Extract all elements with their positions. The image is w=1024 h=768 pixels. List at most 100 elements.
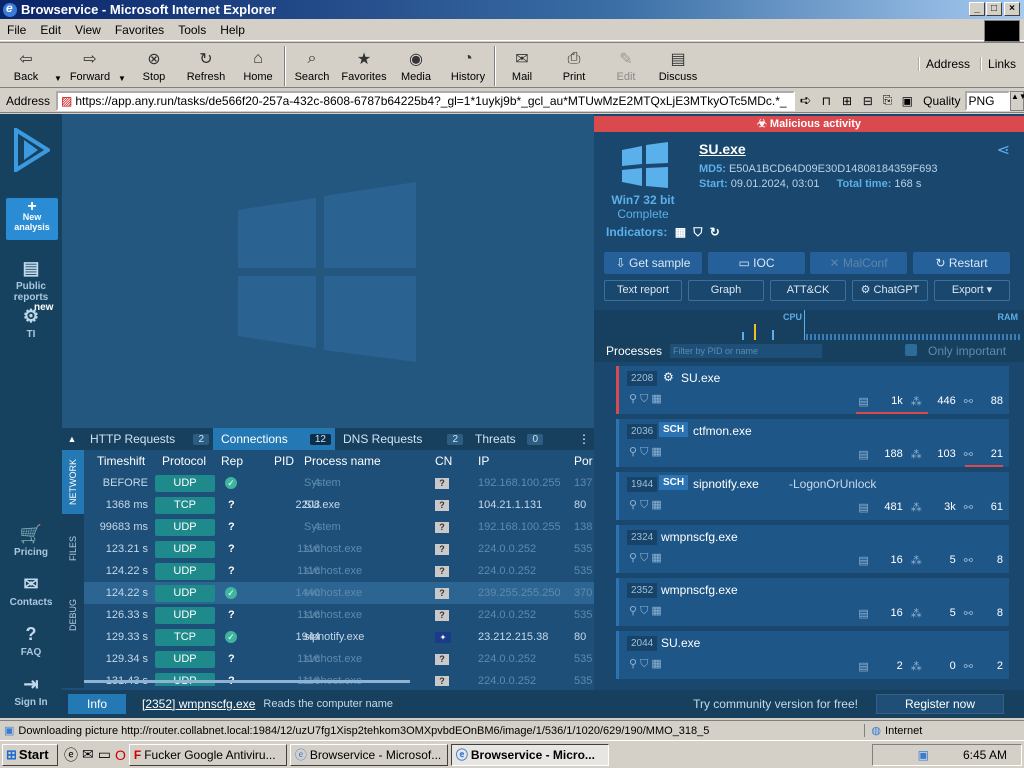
anyrun-logo-icon[interactable]: [12, 128, 50, 172]
col-rep[interactable]: Rep: [221, 454, 243, 468]
only-important-checkbox[interactable]: [905, 344, 917, 356]
restart-button[interactable]: ↻ Restart: [913, 252, 1010, 274]
col-process-name[interactable]: Process name: [304, 454, 381, 468]
pricing-link[interactable]: 🛒 Pricing: [0, 524, 62, 558]
tab-threats[interactable]: Threats 0: [467, 428, 547, 450]
indicator-flag-icon[interactable]: ▦: [675, 225, 686, 239]
clipboard-icon[interactable]: ⎘: [878, 93, 898, 108]
file-name[interactable]: SU.exe: [699, 141, 746, 157]
process-item[interactable]: 2036 SCH ctfmon.exe ⚲ ⛉ ▦ ▤ 188 ⁂ 103 ⚯ 21: [616, 419, 1009, 467]
table-row[interactable]: 124.22 s UDP? 1116 svchost.exe? 224.0.0.252 5…: [84, 560, 594, 582]
minimize-button[interactable]: _: [969, 2, 985, 16]
forward-button[interactable]: ⇨ Forward: [64, 43, 116, 87]
table-row[interactable]: 124.22 s UDP ✓ 1440 svchost.exe? 239.255.255.…: [84, 582, 594, 604]
home-button[interactable]: ⌂ Home: [232, 43, 284, 87]
horizontal-scrollbar[interactable]: [84, 680, 410, 683]
vtab-files[interactable]: FILES: [62, 520, 84, 576]
vtab-network[interactable]: NETWORK: [62, 450, 84, 514]
address-toggle[interactable]: Address: [918, 57, 970, 71]
process-item[interactable]: 2208 ⚙ SU.exe ⚲ ⛉ ▦ ▤ 1k ⁂ 446 ⚯ 88: [616, 366, 1009, 414]
text-report-button[interactable]: Text report: [604, 280, 682, 301]
ioc-button[interactable]: ▭ IOC: [708, 252, 805, 274]
menu-edit[interactable]: Edit: [33, 23, 68, 37]
page-settings-icon[interactable]: ▣: [897, 94, 917, 108]
public-reports-link[interactable]: ▤ Public reports: [0, 258, 62, 303]
zoom-icon[interactable]: ⊞: [836, 94, 858, 108]
menu-file[interactable]: File: [0, 23, 33, 37]
get-sample-button[interactable]: ⇩ Get sample: [604, 252, 702, 274]
chatgpt-button[interactable]: ⚙ ChatGPT: [852, 280, 928, 301]
refresh-button[interactable]: ↻ Refresh: [180, 43, 232, 87]
collapse-icon[interactable]: ▲: [62, 434, 82, 444]
favorites-button[interactable]: ★ Favorites: [338, 43, 390, 87]
more-menu-icon[interactable]: ⋮: [578, 432, 590, 446]
attck-button[interactable]: ATT&CK: [770, 280, 846, 301]
col-timeshift[interactable]: Timeshift: [97, 454, 145, 468]
graph-button[interactable]: Graph: [688, 280, 764, 301]
task-browservice-1[interactable]: ⓔ Browservice - Microsof...: [289, 743, 448, 766]
search-button[interactable]: ⌕ Search: [286, 43, 338, 87]
back-dropdown-button[interactable]: ▼: [52, 43, 64, 87]
faq-link[interactable]: ? FAQ: [0, 624, 62, 658]
maximize-button[interactable]: □: [986, 2, 1002, 16]
mail-button[interactable]: ✉ Mail: [496, 43, 548, 87]
go-arrow-icon[interactable]: ➪: [795, 92, 817, 109]
vtab-debug[interactable]: DEBUG: [62, 580, 84, 650]
quality-select[interactable]: PNG: [964, 90, 1010, 111]
process-item[interactable]: 2324 wmpnscfg.exe ⚲ ⛉ ▦ ▤ 16 ⁂ 5 ⚯ 8: [616, 525, 1009, 573]
media-button[interactable]: ◉ Media: [390, 43, 442, 87]
process-filter-input[interactable]: Filter by PID or name: [670, 344, 822, 358]
history-button[interactable]: ◔ History: [442, 43, 494, 87]
col-port[interactable]: Por: [574, 454, 593, 468]
col-ip[interactable]: IP: [478, 454, 489, 468]
close-button[interactable]: ×: [1004, 2, 1020, 16]
indicator-shield-icon[interactable]: ⛉: [693, 225, 702, 239]
info-button[interactable]: Info: [68, 694, 126, 714]
indicator-refresh-icon[interactable]: ↻: [710, 225, 720, 239]
discuss-button[interactable]: ▤ Discuss: [652, 43, 704, 87]
task-antivirus[interactable]: F Fucker Google Antiviru...: [128, 743, 287, 766]
table-row[interactable]: 99683 ms UDP? 4 System? 192.168.100.255 138: [84, 516, 594, 538]
contacts-link[interactable]: ✉ Contacts: [0, 574, 62, 608]
edit-button[interactable]: ✎ Edit: [600, 43, 652, 87]
new-analysis-button[interactable]: + New analysis: [6, 198, 58, 240]
table-row[interactable]: 129.34 s UDP? 1116 svchost.exe? 224.0.0.252 5…: [84, 648, 594, 670]
screenshot-icon[interactable]: ⊟: [858, 94, 878, 108]
menu-tools[interactable]: Tools: [171, 23, 213, 37]
table-row[interactable]: 126.33 s UDP? 1116 svchost.exe? 224.0.0.252 5…: [84, 604, 594, 626]
outlook-quicklaunch-icon[interactable]: ✉: [82, 746, 94, 763]
process-item[interactable]: 2044 SU.exe ⚲ ⛉ ▦ ▤ 2 ⁂ 0 ⚯ 2: [616, 631, 1009, 679]
table-row[interactable]: 123.21 s UDP? 1116 svchost.exe? 224.0.0.252 5…: [84, 538, 594, 560]
process-item[interactable]: 2352 wmpnscfg.exe ⚲ ⛉ ▦ ▤ 16 ⁂ 5 ⚯ 8: [616, 578, 1009, 626]
ti-link[interactable]: new ⚙ TI: [0, 300, 62, 340]
col-pid[interactable]: PID: [274, 454, 294, 468]
col-protocol[interactable]: Protocol: [162, 454, 206, 468]
signin-link[interactable]: ⇥ Sign In: [0, 674, 62, 708]
export-button[interactable]: Export ▾: [934, 280, 1010, 301]
stop-button[interactable]: ⊗ Stop: [128, 43, 180, 87]
malconf-button[interactable]: ✕ MalConf: [810, 252, 907, 274]
address-input[interactable]: ▨ https://app.any.run/tasks/de566f20-257…: [56, 90, 795, 111]
bookmark-icon[interactable]: ⊓: [816, 94, 836, 108]
col-cn[interactable]: CN: [435, 454, 452, 468]
links-toggle[interactable]: Links: [980, 57, 1016, 71]
register-button[interactable]: Register now: [876, 694, 1004, 714]
network-tray-icon[interactable]: ▣: [918, 748, 929, 762]
task-browservice-2[interactable]: ⓔ Browservice - Micro...: [450, 743, 609, 766]
tab-connections[interactable]: Connections 12: [213, 428, 335, 450]
tab-dns-requests[interactable]: DNS Requests 2: [335, 428, 467, 450]
desktop-quicklaunch-icon[interactable]: ▭: [98, 746, 111, 763]
back-button[interactable]: ⇦ Back: [0, 43, 52, 87]
table-row[interactable]: 1368 ms TCP? 2208 SU.exe? 104.21.1.131 80: [84, 494, 594, 516]
share-icon[interactable]: ⋖: [997, 140, 1010, 160]
menu-help[interactable]: Help: [213, 23, 252, 37]
process-item[interactable]: 1944 SCH sipnotify.exe -LogonOrUnlock ⚲ ⛉ ▦ …: [616, 472, 1009, 520]
table-row[interactable]: 129.33 s TCP ✓ 1944 sipnotify.exe ✦ 23.212.215…: [84, 626, 594, 648]
tab-http-requests[interactable]: HTTP Requests 2: [82, 428, 213, 450]
menu-view[interactable]: View: [68, 23, 108, 37]
opera-quicklaunch-icon[interactable]: O: [115, 747, 126, 763]
menu-favorites[interactable]: Favorites: [108, 23, 171, 37]
start-button[interactable]: ⊞ Start: [2, 743, 58, 766]
table-row[interactable]: 131.43 sUDP?1116svchost.exe?224.0.0.2525…: [84, 670, 594, 686]
info-process-link[interactable]: [2352] wmpnscfg.exe: [142, 697, 255, 711]
